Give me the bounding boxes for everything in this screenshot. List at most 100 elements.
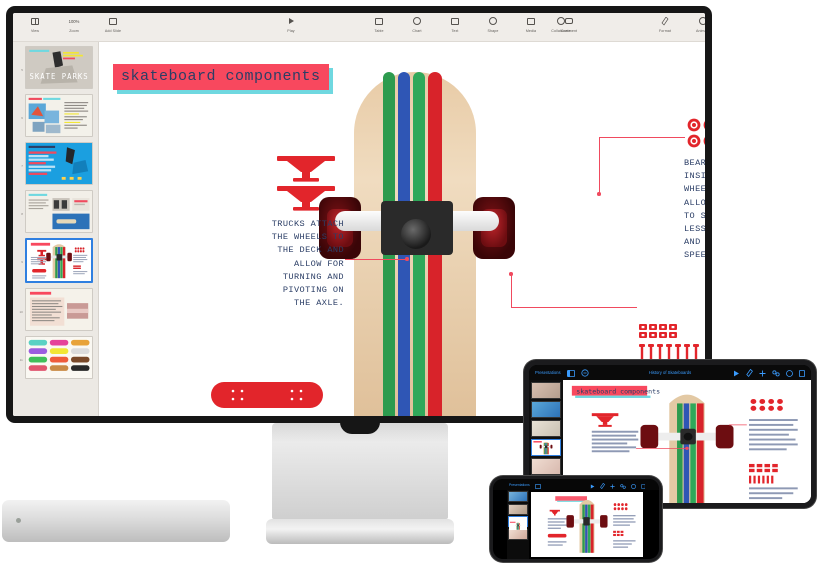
ipad-slide-thumbnail[interactable] [531, 382, 561, 399]
animate-label: Animate [696, 28, 705, 33]
add-slide-button[interactable]: Add Slide [99, 15, 127, 33]
slide-number: 5 [21, 68, 23, 72]
add-slide-icon [109, 15, 117, 27]
animate-button[interactable]: Animate [689, 15, 705, 33]
shape-button[interactable]: Shape [479, 15, 507, 33]
slide-thumbnail-deck-grid[interactable] [24, 336, 93, 379]
slide-number: 8 [21, 212, 23, 216]
iphone-slide-thumbnail[interactable] [508, 528, 528, 540]
bearings-callout-text[interactable]: BEARINGS FIT INSIDE THE WHEELS AND ALLOW… [684, 157, 705, 263]
ipad-slide-thumbnail[interactable] [531, 458, 561, 475]
text-button[interactable]: Text [441, 15, 469, 33]
iphone-slide-thumbnail[interactable] [508, 491, 528, 502]
screws-leader-dot [509, 272, 513, 276]
svg-text:skateboard components: skateboard components [576, 389, 660, 396]
slide-navigator-row[interactable]: 5 SKATE PARKS [18, 46, 93, 89]
slide-thumbnail-skateboard-components[interactable] [24, 238, 93, 283]
display-screen: View 100% Zoom Add Slide Play Table Char… [13, 13, 705, 416]
iphone-slide-thumbnail-selected[interactable] [508, 516, 528, 530]
mac-mini [2, 500, 230, 542]
view-button[interactable]: View [21, 15, 49, 33]
media-icon [527, 15, 535, 27]
slide-number: 7 [21, 164, 23, 168]
ipad-slide-thumbnail[interactable] [531, 420, 561, 437]
slide-navigator-row[interactable]: 11 [18, 336, 93, 379]
trucks-icon [275, 154, 337, 212]
iphone-main [493, 490, 659, 559]
text-label: Text [451, 28, 459, 33]
slide-number: 10 [19, 310, 23, 314]
iphone-back-button[interactable]: Presentations [509, 483, 530, 487]
toolbar-collaborate-group: Collaborate [541, 15, 581, 33]
table-icon [375, 15, 383, 27]
slide-thumbnail-blue-timeline[interactable] [24, 142, 93, 185]
iphone-slide-navigator[interactable] [507, 490, 529, 559]
zoom-control[interactable]: 100% Zoom [59, 15, 89, 33]
iphone-slide-canvas[interactable] [531, 492, 643, 557]
display-stand-neck [272, 422, 448, 519]
slide-navigator-row-selected[interactable]: 9 [18, 238, 93, 283]
iphone: Presentations [490, 476, 662, 562]
play-button[interactable]: Play [277, 15, 305, 33]
slide-thumbnail-gear-photos[interactable] [24, 190, 93, 233]
screws-and-nuts-icon [639, 324, 703, 364]
format-brush-icon [661, 15, 669, 27]
chart-button[interactable]: Chart [403, 15, 431, 33]
slide-navigator[interactable]: 5 SKATE PARKS 6 7 8 9 10 11 [13, 42, 99, 416]
format-label: Format [659, 28, 671, 33]
view-label: View [30, 28, 40, 33]
slide-thumbnail-text-and-photo[interactable] [24, 288, 93, 331]
toolbar-left-group: View 100% Zoom Add Slide [21, 15, 127, 33]
slide-thumbnail-skate-parks[interactable]: SKATE PARKS [24, 46, 93, 89]
shape-label: Shape [487, 28, 499, 33]
slide-title[interactable]: skateboard components [113, 64, 329, 90]
slide-navigator-row[interactable]: 8 [18, 190, 93, 233]
animate-icon [699, 15, 705, 27]
ipad-slide-thumbnail-selected[interactable] [531, 439, 561, 456]
bearings-icon [687, 118, 705, 148]
ipad-document-title: History of Skateboards [648, 370, 692, 375]
deck-icon [211, 380, 323, 410]
truck-and-wheels-photo [319, 197, 515, 259]
view-icon [31, 15, 39, 27]
home-indicator [552, 555, 600, 557]
iphone-toolbar[interactable]: Presentations [493, 479, 659, 490]
slide-number: 6 [21, 116, 23, 120]
display-stand-notch [340, 422, 380, 434]
collaborate-button[interactable]: Collaborate [541, 15, 581, 33]
format-button[interactable]: Format [651, 15, 679, 33]
devices-scene: View 100% Zoom Add Slide Play Table Char… [0, 0, 818, 564]
toolbar-right-group: Format Animate Document [651, 15, 705, 33]
iphone-screen[interactable]: Presentations [493, 479, 659, 559]
media-label: Media [525, 28, 537, 33]
add-slide-label: Add Slide [104, 28, 122, 33]
trucks-leader-dot [405, 257, 409, 261]
play-icon [288, 15, 294, 27]
bearings-leader-dot [597, 192, 601, 196]
collaborate-icon [557, 15, 565, 27]
collaborate-label: Collaborate [551, 28, 571, 33]
screws-leader-drop [511, 274, 512, 308]
slide-navigator-row[interactable]: 10 [18, 288, 93, 331]
chart-icon [413, 15, 421, 27]
slide-thumbnail-photo-collage[interactable] [24, 94, 93, 137]
ipad-slide-thumbnail[interactable] [531, 401, 561, 418]
slide-navigator-row[interactable]: 7 [18, 142, 93, 185]
bearings-leader-line [599, 137, 685, 138]
keynote-toolbar[interactable]: View 100% Zoom Add Slide Play Table Char… [13, 13, 705, 42]
svg-text:SKATE PARKS: SKATE PARKS [29, 72, 88, 81]
bearings-leader-drop [599, 137, 600, 195]
iphone-slide-thumbnail[interactable] [508, 503, 528, 515]
play-label: Play [287, 28, 295, 33]
table-label: Table [374, 28, 384, 33]
trucks-callout-text[interactable]: TRUCKS ATTACH THE WHEELS TO THE DECK AND… [219, 218, 344, 310]
table-button[interactable]: Table [365, 15, 393, 33]
truck-kingpin [401, 219, 431, 249]
shape-icon [489, 15, 497, 27]
ipad-toolbar[interactable]: Presentations History of Skateboards [529, 365, 811, 380]
ipad-back-button[interactable]: Presentations [535, 370, 561, 375]
zoom-value: 100% [68, 18, 80, 24]
chart-label: Chart [412, 28, 422, 33]
slide-navigator-row[interactable]: 6 [18, 94, 93, 137]
toolbar-play-group: Play [277, 15, 305, 33]
